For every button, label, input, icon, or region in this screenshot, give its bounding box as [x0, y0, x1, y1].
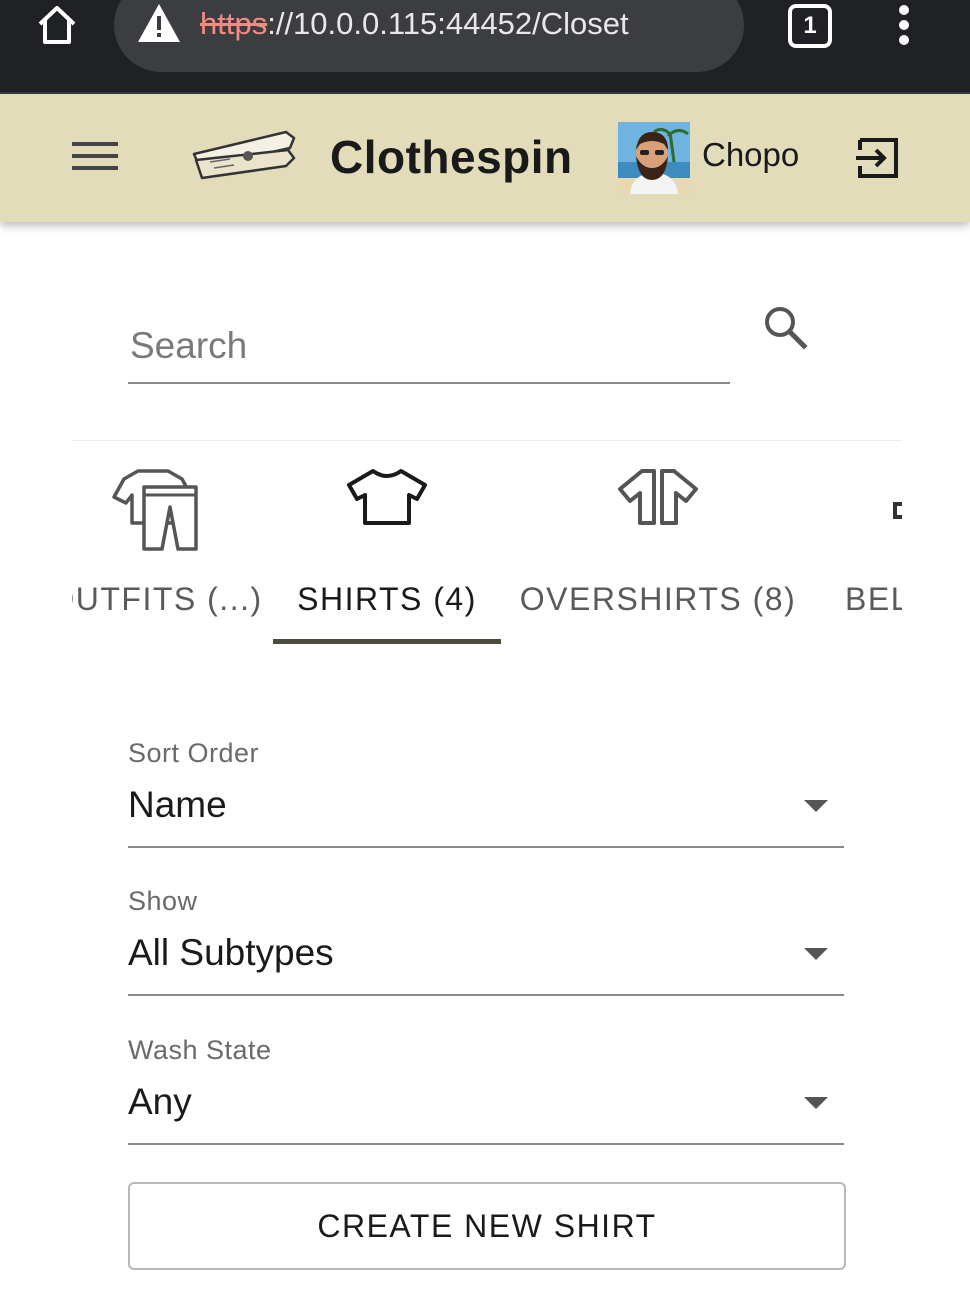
shirt-icon — [345, 467, 429, 532]
overshirt-icon — [616, 467, 700, 532]
app-title: Clothespin — [330, 131, 573, 183]
wash-state-dropdown[interactable]: Any — [128, 1079, 844, 1145]
tab-outfits[interactable]: OUTFITS (...) — [72, 441, 276, 646]
avatar[interactable] — [618, 122, 690, 194]
menu-icon[interactable] — [72, 138, 118, 174]
outfit-icon — [110, 467, 202, 558]
url-path: ://10.0.0.115:44452/Closet — [267, 6, 629, 41]
wash-state-value: Any — [128, 1081, 192, 1122]
search-input[interactable] — [128, 318, 720, 374]
create-new-shirt-button[interactable]: CREATE NEW SHIRT — [128, 1182, 846, 1270]
tab-outfits-label: OUTFITS (...) — [72, 581, 263, 617]
app-header: Clothespin Chopo — [0, 94, 970, 222]
more-vert-icon[interactable] — [894, 2, 914, 48]
show-value: All Subtypes — [128, 932, 334, 973]
dropdown-arrow-icon — [804, 1097, 828, 1109]
wash-state-select: Wash State Any — [128, 1035, 844, 1145]
tab-overshirts[interactable]: OVERSHIRTS (8) — [518, 441, 798, 646]
tab-belts[interactable]: BELTS — [836, 441, 902, 646]
dropdown-arrow-icon — [804, 948, 828, 960]
sort-order-select: Sort Order Name — [128, 738, 844, 848]
search-field — [128, 312, 730, 384]
tab-shirts-label: SHIRTS (4) — [297, 581, 477, 617]
sort-order-dropdown[interactable]: Name — [128, 782, 844, 848]
sort-order-label: Sort Order — [128, 738, 260, 768]
active-tab-indicator — [273, 639, 501, 644]
browser-toolbar: https://10.0.0.115:44452/Closet 1 — [0, 0, 970, 94]
show-dropdown[interactable]: All Subtypes — [128, 930, 844, 996]
dropdown-arrow-icon — [804, 800, 828, 812]
sort-order-value: Name — [128, 784, 227, 825]
tab-overshirts-label: OVERSHIRTS (8) — [519, 581, 797, 617]
url-text[interactable]: https://10.0.0.115:44452/Closet — [200, 6, 629, 42]
show-label: Show — [128, 886, 198, 916]
belt-icon — [892, 501, 902, 526]
home-icon[interactable] — [34, 2, 80, 48]
search-icon[interactable] — [760, 302, 810, 352]
url-scheme: https — [200, 6, 268, 41]
logout-icon[interactable] — [854, 134, 902, 182]
clothespin-logo-icon — [190, 126, 300, 186]
category-tabs: OUTFITS (...) SHIRTS (4) OVERSHIRTS (8) … — [72, 441, 902, 646]
wash-state-label: Wash State — [128, 1035, 272, 1065]
tab-switcher-button[interactable]: 1 — [788, 4, 832, 48]
tab-belts-label: BELTS — [845, 581, 902, 617]
warning-icon[interactable] — [136, 2, 182, 44]
tab-shirts[interactable]: SHIRTS (4) — [273, 441, 501, 646]
username[interactable]: Chopo — [702, 136, 799, 174]
show-select: Show All Subtypes — [128, 886, 844, 996]
